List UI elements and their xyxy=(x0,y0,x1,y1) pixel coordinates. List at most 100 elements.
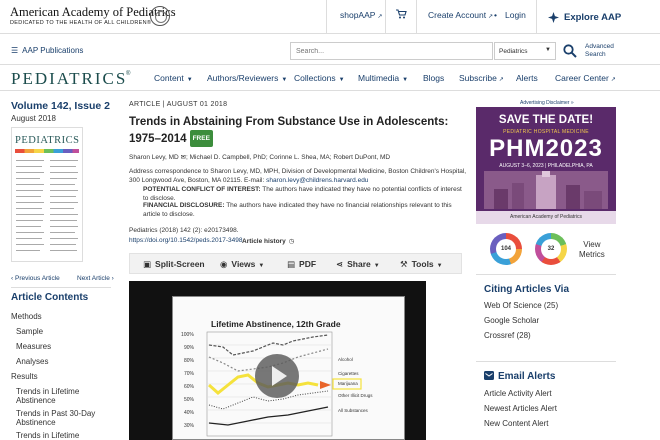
mail-icon xyxy=(484,371,494,380)
svg-text:90%: 90% xyxy=(184,345,195,351)
dimensions-score: 32 xyxy=(541,239,561,259)
author-list[interactable]: Sharon Levy, MD ✉; Michael D. Campbell, … xyxy=(129,153,469,161)
cover-text-line xyxy=(16,220,43,221)
nav-multimedia[interactable]: Multimedia ▼ xyxy=(358,73,408,83)
toc-item-sample[interactable]: Sample xyxy=(16,327,43,336)
issue-date: August 2018 xyxy=(11,114,56,123)
nav-blogs[interactable]: Blogs xyxy=(423,73,444,83)
tools-button[interactable]: ⚒ Tools ▼ xyxy=(400,259,443,270)
search-scope-select[interactable]: Pediatrics ▼ xyxy=(494,42,556,60)
play-icon[interactable] xyxy=(255,354,299,398)
nav-collections[interactable]: Collections ▼ xyxy=(294,73,345,83)
toc-item-past-30-day[interactable]: Trends in Past 30-Day Abstinence xyxy=(16,409,111,427)
dimensions-badge[interactable]: 32 xyxy=(535,233,567,265)
cover-text-line xyxy=(16,226,41,227)
issue-volume-link[interactable]: Volume 142, Issue 2 xyxy=(11,100,110,112)
cover-text-line xyxy=(16,214,44,215)
free-badge: FREE xyxy=(189,130,213,147)
legend-alcohol: Alcohol xyxy=(338,357,353,362)
cart-icon[interactable] xyxy=(396,9,407,21)
search-input[interactable] xyxy=(290,42,493,60)
google-scholar-link[interactable]: Google Scholar xyxy=(484,316,539,325)
divider xyxy=(385,0,386,34)
issue-cover-image[interactable]: PEDIATRICS xyxy=(11,127,83,262)
advertising-disclaimer-link[interactable]: Advertising Disclaimer » xyxy=(520,100,574,106)
toc-item-results[interactable]: Results xyxy=(11,372,38,381)
cover-text-line xyxy=(50,244,76,245)
toc-item-methods[interactable]: Methods xyxy=(11,312,42,321)
article-title: Trends in Abstaining From Substance Use … xyxy=(129,116,449,147)
hamburger-icon: ☰ xyxy=(11,46,19,55)
next-article-link[interactable]: Next Article › xyxy=(77,275,114,282)
explore-icon xyxy=(548,11,559,23)
citing-articles-title: Citing Articles Via xyxy=(484,284,570,295)
nav-alerts[interactable]: Alerts xyxy=(516,73,538,83)
pdf-button[interactable]: ▤ PDF xyxy=(287,259,316,270)
cover-title: PEDIATRICS xyxy=(15,135,80,146)
cover-text-line xyxy=(16,232,44,233)
correspondence-address: Address correspondence to Sharon Levy, M… xyxy=(129,168,467,184)
cover-text-line xyxy=(16,166,42,167)
phm2023-ad-banner[interactable]: SAVE THE DATE! PEDIATRIC HOSPITAL MEDICI… xyxy=(476,107,616,224)
chevron-down-icon: ▼ xyxy=(545,47,551,53)
search-icon[interactable] xyxy=(561,42,579,60)
web-of-science-link[interactable]: Web Of Science (25) xyxy=(484,301,558,310)
toc-item-lifetime[interactable]: Trends in Lifetime xyxy=(16,431,79,440)
nav-authors-reviewers[interactable]: Authors/Reviewers ▼ xyxy=(207,73,287,83)
crossref-link[interactable]: Crossref (28) xyxy=(484,331,531,340)
view-metrics-link[interactable]: View Metrics xyxy=(579,240,605,260)
chevron-down-icon: ▼ xyxy=(281,77,288,83)
create-account-link[interactable]: Create Account ↗ xyxy=(428,10,493,20)
cover-text-line xyxy=(50,190,78,191)
journal-nav: PEDIATRICS ® Content ▼ Authors/Reviewers ▼… xyxy=(0,66,660,91)
divider xyxy=(326,0,327,34)
cover-color-bar xyxy=(15,149,79,153)
nav-career-center[interactable]: Career Center ↗ xyxy=(555,73,616,83)
nav-subscribe[interactable]: Subscribe ↗ xyxy=(459,73,504,83)
toc-item-analyses[interactable]: Analyses xyxy=(16,357,48,366)
doi-link[interactable]: https://doi.org/10.1542/peds.2017-3498 xyxy=(129,237,242,244)
new-content-alert-link[interactable]: New Content Alert xyxy=(484,419,548,428)
cover-text-line xyxy=(50,184,75,185)
author-email-link[interactable]: sharon.levy@childrens.harvard.edu xyxy=(266,177,368,184)
cover-text-line xyxy=(50,160,78,161)
pediatrics-logo[interactable]: PEDIATRICS xyxy=(11,69,127,89)
financial-disclosure: FINANCIAL DISCLOSURE: The authors have i… xyxy=(143,202,452,218)
article-activity-alert-link[interactable]: Article Activity Alert xyxy=(484,389,552,398)
views-button[interactable]: ◉ Views ▼ xyxy=(220,259,264,270)
aap-logo[interactable]: American Academy of Pediatrics DEDICATED… xyxy=(10,4,176,30)
ad-event-name: PHM2023 xyxy=(489,135,603,162)
cover-text-line xyxy=(50,178,77,179)
nav-content[interactable]: Content ▼ xyxy=(154,73,193,83)
eye-icon: ◉ xyxy=(220,259,228,269)
svg-text:40%: 40% xyxy=(184,410,195,416)
newest-articles-alert-link[interactable]: Newest Articles Alert xyxy=(484,404,557,413)
toc-item-measures[interactable]: Measures xyxy=(16,342,51,351)
legend-marijuana: Marijuana xyxy=(338,381,358,386)
cover-text-line xyxy=(50,226,78,227)
advanced-search-link[interactable]: Advanced Search xyxy=(585,43,614,59)
share-button[interactable]: ⋖ Share ▼ xyxy=(336,259,380,270)
previous-article-link[interactable]: ‹ Previous Article xyxy=(11,275,60,282)
divider xyxy=(416,0,417,34)
login-link[interactable]: Login xyxy=(505,10,526,20)
registered-mark: ® xyxy=(126,71,131,77)
cover-text-line xyxy=(50,196,76,197)
legend-other-illicit-drugs: Other Illicit Drugs xyxy=(338,393,373,398)
svg-text:30%: 30% xyxy=(184,423,195,429)
login-arrow-icon: • xyxy=(494,10,497,20)
altmetric-badge[interactable]: 104 xyxy=(490,233,522,265)
aap-publications-menu[interactable]: ☰ AAP Publications xyxy=(11,46,83,55)
explore-aap-button[interactable]: Explore AAP xyxy=(536,0,660,34)
article-history-button[interactable]: Article history ◷ xyxy=(242,237,294,245)
ad-date: AUGUST 3–6, 2023 | PHILADELPHIA, PA xyxy=(499,163,593,169)
shop-aap-link[interactable]: shopAAP ↗ xyxy=(340,10,382,20)
email-alerts-title: Email Alerts xyxy=(484,371,555,382)
split-screen-button[interactable]: ▣ Split-Screen xyxy=(143,259,205,270)
divider xyxy=(476,361,616,362)
toc-item-lifetime-abstinence[interactable]: Trends in Lifetime Abstinence xyxy=(16,387,111,405)
cover-text-line xyxy=(16,184,44,185)
ad-headline: SAVE THE DATE! xyxy=(498,114,594,126)
ad-city-image xyxy=(484,171,608,209)
divider xyxy=(11,287,111,288)
